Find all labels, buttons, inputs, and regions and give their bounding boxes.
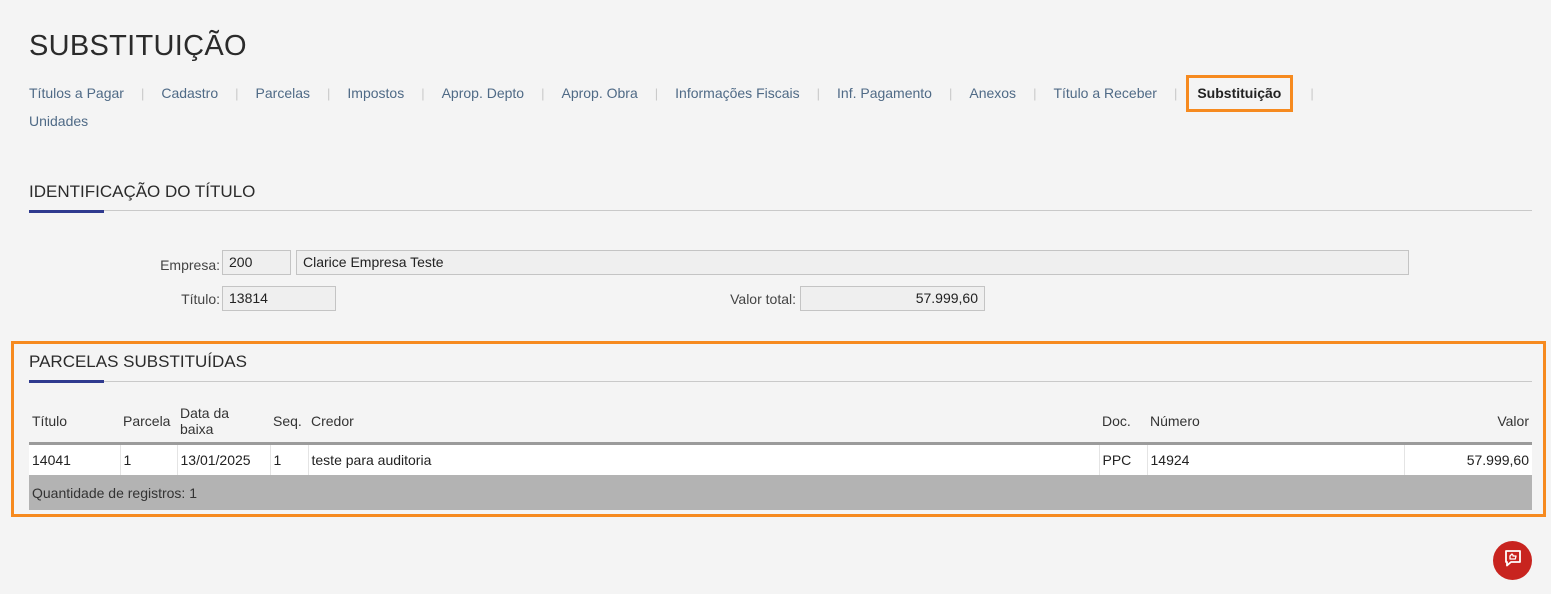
nav-separator: | [235,86,239,101]
chat-feedback-button[interactable] [1493,541,1532,580]
column-header-titulo[interactable]: Título [29,400,120,445]
column-header-valor[interactable]: Valor [1404,400,1532,445]
empresa-name-field[interactable]: Clarice Empresa Teste [296,250,1409,275]
table-header-row: Título Parcela Data da baixa Seq. Credor… [29,400,1532,445]
cell-numero: 14924 [1147,443,1405,475]
titulo-field[interactable]: 13814 [222,286,336,311]
nav-separator: | [1173,86,1178,101]
table-footer-row: Quantidade de registros: 1 [29,475,1532,510]
chat-feedback-icon [1503,548,1523,573]
cell-valor: 57.999,60 [1404,443,1532,475]
tab-anexos[interactable]: Anexos [969,84,1016,103]
tab-titulo-a-receber[interactable]: Título a Receber [1053,84,1157,103]
tab-unidades[interactable]: Unidades [29,112,88,131]
valor-total-field[interactable]: 57.999,60 [800,286,985,311]
cell-parcela: 1 [120,443,178,475]
column-header-doc[interactable]: Doc. [1099,400,1147,445]
cell-titulo: 14041 [29,443,121,475]
tab-substituicao[interactable]: Substituição [1186,75,1294,112]
cell-credor: teste para auditoria [308,443,1100,475]
section-title-parcelas: PARCELAS SUBSTITUÍDAS [29,352,247,371]
tab-impostos[interactable]: Impostos [347,84,404,103]
tab-inf-pagamento[interactable]: Inf. Pagamento [837,84,932,103]
nav-separator: | [654,86,659,101]
section-divider [29,210,1532,211]
column-header-data-baixa[interactable]: Data da baixa [177,400,270,445]
cell-seq: 1 [270,443,309,475]
table-row[interactable]: 14041 1 13/01/2025 1 teste para auditori… [29,443,1532,475]
tab-informacoes-fiscais[interactable]: Informações Fiscais [675,84,799,103]
empresa-label: Empresa: [160,257,220,273]
empresa-code-field[interactable]: 200 [222,250,291,275]
tab-navigation: Títulos a Pagar | Cadastro | Parcelas | … [29,75,1509,131]
column-header-numero[interactable]: Número [1147,400,1404,445]
column-header-parcela[interactable]: Parcela [120,400,177,445]
titulo-label: Título: [181,291,220,307]
nav-separator: | [327,86,331,101]
tab-aprop-depto[interactable]: Aprop. Depto [442,84,525,103]
nav-separator: | [1033,86,1037,101]
page-title: SUBSTITUIÇÃO [29,30,247,62]
parcelas-table: Título Parcela Data da baixa Seq. Credor… [29,400,1532,510]
nav-separator: | [816,86,821,101]
cell-doc: PPC [1099,443,1148,475]
section-accent-bar [29,380,104,383]
nav-separator: | [140,86,145,101]
section-accent-bar [29,210,104,213]
tab-aprop-obra[interactable]: Aprop. Obra [561,84,637,103]
nav-separator: | [421,86,425,101]
tab-cadastro[interactable]: Cadastro [161,84,218,103]
column-header-credor[interactable]: Credor [308,400,1099,445]
valor-total-label: Valor total: [730,291,796,307]
tab-titulos-a-pagar[interactable]: Títulos a Pagar [29,84,124,103]
nav-separator: | [948,86,953,101]
section-title-identificacao: IDENTIFICAÇÃO DO TÍTULO [29,182,256,201]
record-count: Quantidade de registros: 1 [29,475,1532,510]
tab-parcelas[interactable]: Parcelas [256,84,310,103]
section-divider [29,381,1532,382]
nav-separator: | [1310,86,1314,101]
nav-separator: | [541,86,545,101]
cell-data-baixa: 13/01/2025 [177,443,271,475]
column-header-seq[interactable]: Seq. [270,400,308,445]
